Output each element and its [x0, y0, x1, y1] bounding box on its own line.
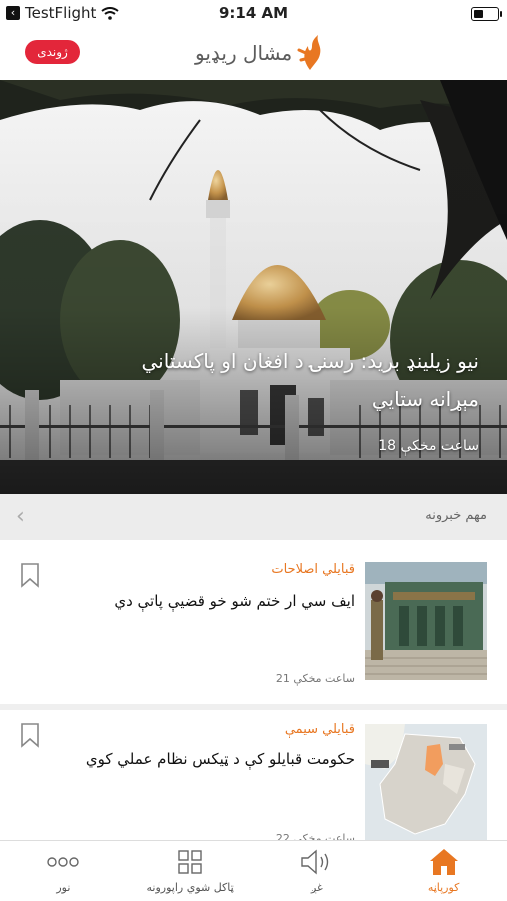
tab-label: کورپاڼه	[427, 881, 460, 894]
hero-timestamp: ساعت مخکې 18	[378, 438, 479, 454]
list-item[interactable]: قبايلي اصلاحات ايف سي ار ختم شو خو قضيې …	[0, 540, 507, 704]
article-headline[interactable]: ايف سي ار ختم شو خو قضيې پاتې دي	[35, 590, 355, 612]
logo-text: مشال ريډيو	[195, 41, 293, 65]
status-time: 9:14 AM	[218, 4, 289, 22]
article-thumbnail[interactable]	[365, 562, 487, 680]
bookmark-icon[interactable]	[20, 722, 40, 748]
tab-label: غږ	[310, 881, 323, 894]
list-item[interactable]: قبايلي سيمې حکومت قبايلو کې د ټيکس نظام …	[0, 710, 507, 845]
hero-story[interactable]: نيو زيلينډ بريد: رسنۍ د افغان او پاکستان…	[0, 80, 507, 494]
article-category[interactable]: قبايلي سيمې	[285, 722, 355, 737]
bookmark-icon[interactable]	[20, 562, 40, 588]
tab-reports[interactable]: ټاکل شوي راپورونه	[127, 841, 254, 901]
chevron-left-icon[interactable]: ‹	[16, 504, 25, 529]
audio-icon	[254, 849, 381, 875]
tab-home[interactable]: کورپاڼه	[380, 841, 507, 901]
article-headline[interactable]: حکومت قبايلو کې د ټيکس نظام عملي کوي	[35, 748, 355, 770]
tab-more[interactable]: نور	[0, 841, 127, 901]
more-icon	[0, 849, 127, 875]
tab-bar: نور ټاکل شوي راپورونه غږ کورپاڼه	[0, 840, 507, 901]
article-thumbnail[interactable]	[365, 724, 487, 842]
flame-logo-icon	[297, 35, 321, 70]
logo[interactable]: مشال ريډيو	[195, 34, 324, 72]
live-button[interactable]: ژوندی	[25, 40, 80, 64]
status-bar: ‹ TestFlight 9:14 AM	[0, 0, 507, 28]
hero-headline[interactable]: نيو زيلينډ بريد: رسنۍ د افغان او پاکستان…	[89, 342, 479, 418]
tab-audio[interactable]: غږ	[254, 841, 381, 901]
article-category[interactable]: قبايلي اصلاحات	[271, 562, 355, 577]
grid-icon	[127, 849, 254, 875]
app-header: ژوندی مشال ريډيو	[0, 28, 507, 78]
tab-label: نور	[56, 881, 71, 894]
section-title: مهم خبرونه	[425, 508, 487, 523]
battery-icon	[471, 7, 502, 21]
hero-image	[0, 80, 507, 494]
tab-label: ټاکل شوي راپورونه	[146, 881, 234, 894]
article-timestamp: ساعت مخکې 21	[275, 672, 355, 685]
home-icon	[380, 849, 507, 875]
section-bar[interactable]: ‹ مهم خبرونه	[0, 494, 507, 540]
